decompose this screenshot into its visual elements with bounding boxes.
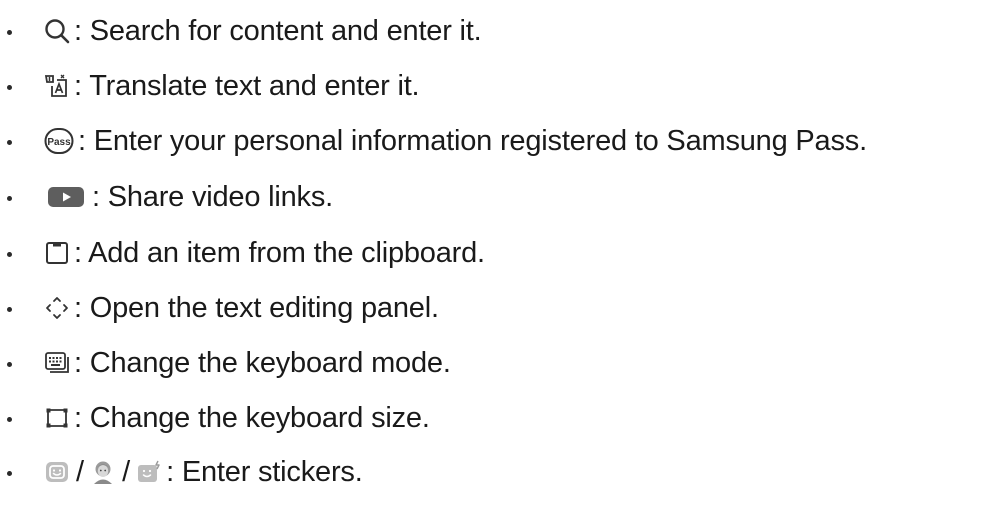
list-item-text: : Enter stickers.	[166, 456, 363, 488]
bullet	[7, 471, 12, 476]
list-item-text-editing: : Open the text editing panel.	[0, 288, 982, 328]
list-item-search: : Search for content and enter it.	[0, 11, 982, 51]
keyboard-size-icon	[44, 405, 70, 431]
list-item-samsung-pass: Pass : Enter your personal information r…	[0, 121, 982, 161]
translate-icon	[44, 73, 70, 99]
video-play-icon	[44, 184, 88, 210]
list-item-keyboard-size: : Change the keyboard size.	[0, 398, 982, 438]
clipboard-icon	[44, 240, 70, 266]
bullet	[7, 140, 12, 145]
list-item-text: : Translate text and enter it.	[74, 70, 420, 102]
list-item-text: : Open the text editing panel.	[74, 292, 439, 324]
list-item-translate: : Translate text and enter it.	[0, 66, 982, 106]
list-item-text: : Change the keyboard mode.	[74, 347, 451, 379]
list-item-text: : Enter your personal information regist…	[78, 125, 867, 157]
icon-legend-list: : Search for content and enter it. : Tra…	[0, 0, 982, 518]
bullet	[7, 30, 12, 35]
bullet	[7, 362, 12, 367]
bullet	[7, 196, 12, 201]
emoji-sticker-icon	[44, 459, 70, 485]
list-item-clipboard: : Add an item from the clipboard.	[0, 233, 982, 273]
bullet	[7, 252, 12, 257]
list-item-keyboard-mode: : Change the keyboard mode.	[0, 343, 982, 383]
list-item-text: : Change the keyboard size.	[74, 402, 430, 434]
icon-separator: /	[122, 456, 131, 488]
text-editing-icon	[44, 295, 70, 321]
icon-separator: /	[76, 456, 85, 488]
list-item-stickers: / /: Enter stickers.	[0, 452, 982, 492]
bitmoji-icon	[136, 459, 162, 485]
search-icon	[44, 18, 70, 44]
ar-emoji-icon	[90, 459, 116, 485]
bullet	[7, 307, 12, 312]
list-item-video: : Share video links.	[0, 177, 982, 217]
keyboard-mode-icon	[44, 350, 70, 376]
samsung-pass-icon: Pass	[44, 128, 74, 154]
list-item-text: : Share video links.	[92, 181, 334, 213]
bullet	[7, 85, 12, 90]
bullet	[7, 417, 12, 422]
svg-text:Pass: Pass	[47, 137, 71, 148]
list-item-text: : Search for content and enter it.	[74, 15, 482, 47]
list-item-text: : Add an item from the clipboard.	[74, 237, 485, 269]
